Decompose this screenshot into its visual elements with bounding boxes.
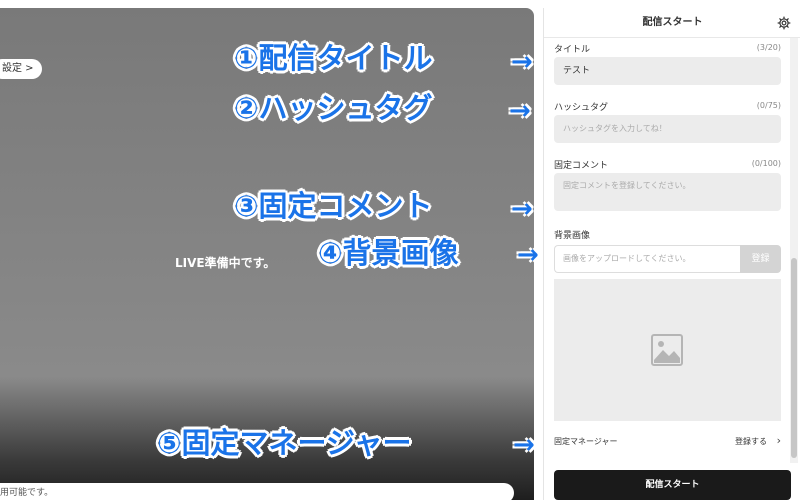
panel-title: 配信スタート: [544, 8, 800, 38]
image-icon: [651, 334, 683, 366]
title-label: タイトル: [554, 45, 591, 55]
start-stream-button[interactable]: 配信スタート: [554, 470, 791, 500]
panel-title-text: 配信スタート: [642, 17, 703, 28]
image-preview-area[interactable]: [554, 279, 781, 421]
background-image-label: 背景画像: [554, 231, 591, 241]
hashtag-label: ハッシュタグ: [554, 103, 609, 113]
hashtag-input[interactable]: ハッシュタグを入力してね！: [554, 115, 781, 143]
arrow-icon: →: [509, 96, 531, 126]
pinned-manager-row[interactable]: 固定マネージャー 登録する ›: [554, 434, 781, 450]
scrollbar-thumb[interactable]: [791, 258, 797, 458]
pinned-comment-counter: (0/100): [751, 159, 781, 168]
chevron-right-icon: ›: [776, 434, 781, 447]
pinned-manager-label: 固定マネージャー: [554, 437, 618, 446]
hashtag-counter: (0/75): [756, 101, 781, 110]
arrow-icon: →: [511, 47, 533, 77]
arrow-icon: →: [517, 240, 539, 270]
annotation-stream-title: ①配信タイトル: [234, 41, 433, 75]
live-status-text: LIVE準備中です。: [175, 256, 276, 270]
register-manager-link[interactable]: 登録する: [735, 436, 767, 447]
title-counter: (3/20): [756, 43, 781, 52]
arrow-icon: →: [511, 194, 533, 224]
annotation-pinned-manager: ⑤固定マネージャー: [157, 426, 412, 460]
title-input[interactable]: テスト: [554, 57, 781, 85]
arrow-icon: →: [513, 430, 535, 460]
settings-button[interactable]: 設定 >: [0, 59, 42, 79]
gear-icon[interactable]: [777, 16, 791, 30]
pinned-comment-input[interactable]: 固定コメントを登録してください。: [554, 173, 781, 211]
stream-start-panel: 配信スタート タイトル (3/20) テスト ハッシュタグ (0/75) ハッシ…: [543, 8, 800, 500]
comment-input[interactable]: 用可能です。: [0, 483, 514, 500]
annotation-background-image: ④背景画像: [318, 236, 459, 270]
register-image-button[interactable]: 登録: [740, 245, 781, 273]
annotation-hashtag: ②ハッシュタグ: [234, 91, 433, 125]
annotation-pinned-comment: ③固定コメント: [234, 189, 433, 223]
background-image-input[interactable]: 画像をアップロードしてください。: [554, 245, 740, 273]
pinned-comment-label: 固定コメント: [554, 161, 609, 171]
